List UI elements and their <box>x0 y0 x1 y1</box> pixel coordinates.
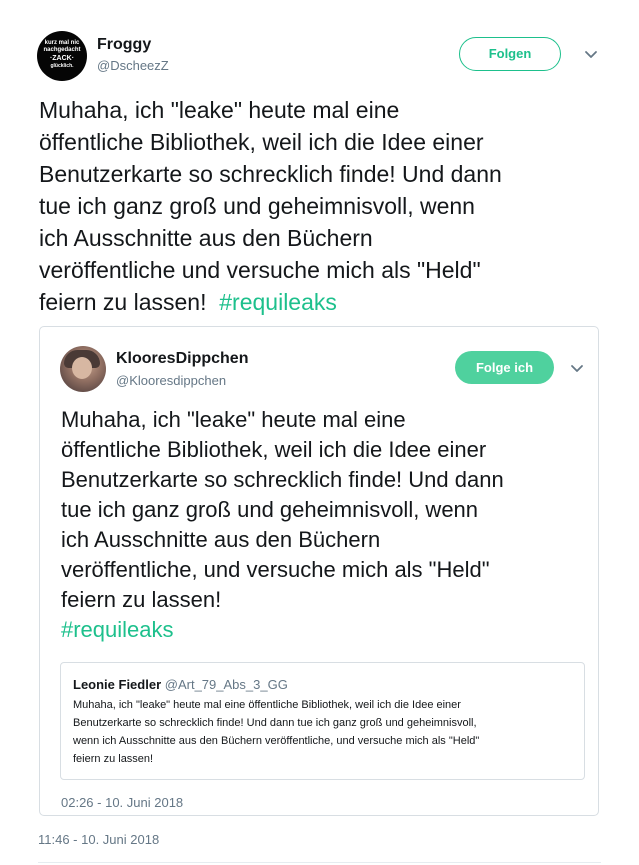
quoted-tweet-text: Muhaha, ich "leake" heute mal eine öffen… <box>61 405 581 645</box>
nested-author-name[interactable]: Leonie Fiedler <box>73 677 161 692</box>
author-handle[interactable]: @DscheezZ <box>97 58 169 73</box>
quoted-text-line: feiern zu lassen! <box>61 587 222 612</box>
quoted-hashtag-link[interactable]: #requileaks <box>61 615 581 645</box>
tweet-text-line: Benutzerkarte so schrecklich finde! Und … <box>39 161 502 187</box>
quoted-text-line: tue ich ganz groß und geheimnisvoll, wen… <box>61 497 479 522</box>
nested-text-line: Benutzerkarte so schrecklich finde! Und … <box>73 717 477 729</box>
nested-text-line: Muhaha, ich "leake" heute mal eine öffen… <box>73 699 461 711</box>
tweet-text-line: tue ich ganz groß und geheimnisvoll, wen… <box>39 193 475 219</box>
hashtag-link[interactable]: #requileaks <box>219 289 337 315</box>
nested-tweet-text: Muhaha, ich "leake" heute mal eine öffen… <box>73 696 573 768</box>
following-button[interactable]: Folge ich <box>455 351 554 384</box>
quoted-tweet-timestamp[interactable]: 02:26 - 10. Juni 2018 <box>61 795 183 810</box>
chevron-down-icon[interactable] <box>570 364 584 374</box>
avatar-face-shape <box>72 357 92 379</box>
quoted-text-line: veröffentliche, und versuche mich als "H… <box>61 557 490 582</box>
tweet-text-line: Muhaha, ich "leake" heute mal eine <box>39 97 400 123</box>
follow-button[interactable]: Folgen <box>459 37 561 71</box>
quoted-text-line: öffentliche Bibliothek, weil ich die Ide… <box>61 437 487 462</box>
tweet-text: Muhaha, ich "leake" heute mal eine öffen… <box>39 94 609 318</box>
author-name[interactable]: Froggy <box>97 36 151 54</box>
nested-tweet-header: Leonie Fiedler @Art_79_Abs_3_GG <box>73 677 288 692</box>
author-avatar[interactable]: kurz mal nic nachgedacht ·ZACK· glücklic… <box>37 31 87 81</box>
tweet-text-line-last: feiern zu lassen! #requileaks <box>39 289 337 315</box>
quoted-author-handle[interactable]: @Klooresdippchen <box>116 373 226 388</box>
chevron-down-icon[interactable] <box>584 50 598 60</box>
quoted-text-line: Benutzerkarte so schrecklich finde! Und … <box>61 467 504 492</box>
quoted-author-avatar[interactable] <box>60 346 106 392</box>
nested-text-line: feiern zu lassen! <box>73 753 154 765</box>
tweet-timestamp[interactable]: 11:46 - 10. Juni 2018 <box>38 832 159 847</box>
quoted-author-name[interactable]: KlooresDippchen <box>116 350 248 368</box>
quoted-text-line: Muhaha, ich "leake" heute mal eine <box>61 407 406 432</box>
divider <box>38 862 601 863</box>
nested-text-line: wenn ich Ausschnitte aus den Büchern ver… <box>73 735 480 747</box>
quoted-text-line: ich Ausschnitte aus den Büchern <box>61 527 381 552</box>
tweet-text-line: veröffentliche und versuche mich als "He… <box>39 257 481 283</box>
tweet-text-line: ich Ausschnitte aus den Büchern <box>39 225 373 251</box>
nested-author-handle[interactable]: @Art_79_Abs_3_GG <box>165 677 288 692</box>
tweet-text-line: öffentliche Bibliothek, weil ich die Ide… <box>39 129 484 155</box>
